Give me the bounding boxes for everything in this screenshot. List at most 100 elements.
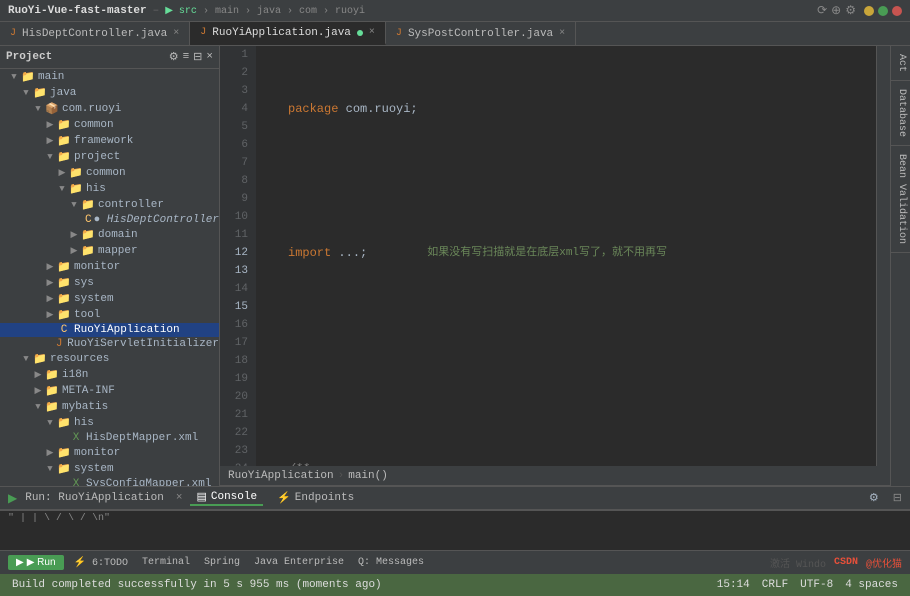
tree-common[interactable]: ▶ 📁 common xyxy=(0,117,219,133)
folder-icon-system: 📁 xyxy=(56,292,72,306)
folder-icon-his2: 📁 xyxy=(56,416,72,430)
maximize-btn[interactable] xyxy=(878,6,888,16)
tree-metainf[interactable]: ▶ 📁 META-INF xyxy=(0,383,219,399)
status-position[interactable]: 15:14 xyxy=(717,579,750,591)
tree-system2[interactable]: ▼ 📁 system xyxy=(0,461,219,477)
tree-java[interactable]: ▼ 📁 java xyxy=(0,85,219,101)
tree-monitor[interactable]: ▶ 📁 monitor xyxy=(0,259,219,275)
tree-ruoyiservlet[interactable]: J RuoYiServletInitializer xyxy=(0,337,219,351)
side-label-act[interactable]: Act xyxy=(891,46,910,81)
tree-sysconfigmapper[interactable]: X SysConfigMapper.xml xyxy=(0,477,219,486)
tree-system[interactable]: ▶ 📁 system xyxy=(0,291,219,307)
tree-his2[interactable]: ▼ 📁 his xyxy=(0,415,219,431)
tree-sys[interactable]: ▶ 📁 sys xyxy=(0,275,219,291)
bottom-toolbar: ▶ ▶ Run ⚡ 6:TODO Terminal Spring Java En… xyxy=(0,550,910,574)
code-lines[interactable]: package com.ruoyi; import ...; 如果没有写扫描就是… xyxy=(256,46,876,466)
folder-icon-his: 📁 xyxy=(68,182,84,196)
tree-i18n[interactable]: ▶ 📁 i18n xyxy=(0,367,219,383)
close-btn[interactable] xyxy=(892,6,902,16)
ln-22: 22 xyxy=(228,424,248,442)
folder-icon-monitor2: 📁 xyxy=(56,446,72,460)
run-settings[interactable]: ⚙ xyxy=(869,491,879,505)
title-bar: RuoYi-Vue-fast-master – ▶ src › main › j… xyxy=(0,0,910,22)
tree-label-metainf: META-INF xyxy=(62,385,115,397)
tree-label-ruoyiservlet: RuoYiServletInitializer xyxy=(67,338,219,350)
tree-arrow-controller: ▼ xyxy=(68,200,80,210)
run-bar: ▶ Run: RuoYiApplication × ▤ Console ⚡ En… xyxy=(0,486,910,510)
side-label-database[interactable]: Database xyxy=(891,81,910,146)
tree-main[interactable]: ▼ 📁 main xyxy=(0,69,219,85)
tree-label-system2: system xyxy=(74,463,114,475)
tree-monitor2[interactable]: ▶ 📁 monitor xyxy=(0,445,219,461)
tab-hisdept[interactable]: J HisDeptController.java × xyxy=(0,22,190,45)
settings-icon[interactable]: ⚙ xyxy=(845,3,856,18)
bottom-spring[interactable]: Spring xyxy=(200,557,244,568)
folder-icon-main: 📁 xyxy=(20,70,36,84)
bottom-todo[interactable]: ⚡ 6:TODO xyxy=(70,557,132,569)
status-indent[interactable]: 4 spaces xyxy=(845,579,898,591)
ln-6: 6 xyxy=(228,136,248,154)
tree-hisdeptmapper[interactable]: X HisDeptMapper.xml xyxy=(0,431,219,445)
search-icon[interactable]: ⊕ xyxy=(831,3,841,18)
tree-label-framework: framework xyxy=(74,135,133,147)
sidebar-collapse[interactable]: ⊟ xyxy=(193,50,202,64)
tree-mybatis[interactable]: ▼ 📁 mybatis xyxy=(0,399,219,415)
status-lineending[interactable]: CRLF xyxy=(762,579,788,591)
run-close[interactable]: × xyxy=(176,492,183,504)
ln-12: 12 xyxy=(228,244,248,262)
run-tab-endpoints[interactable]: ⚡ Endpoints xyxy=(271,491,360,505)
sidebar-gear[interactable]: ⚙ xyxy=(169,50,179,64)
code-container[interactable]: 1 2 3 4 5 6 7 8 9 10 11 12 13 14 15 16 1 xyxy=(220,46,890,466)
run-btn-icon: ▶ xyxy=(16,557,24,568)
tree-hisdeptctrl[interactable]: C ● HisDeptController xyxy=(0,213,219,227)
folder-icon-mapper: 📁 xyxy=(80,244,96,258)
ln-23: 23 xyxy=(228,442,248,460)
run-tab-console[interactable]: ▤ Console xyxy=(190,490,263,506)
tree-proj-common[interactable]: ▶ 📁 common xyxy=(0,165,219,181)
tree-framework[interactable]: ▶ 📁 framework xyxy=(0,133,219,149)
tree-his[interactable]: ▼ 📁 his xyxy=(0,181,219,197)
tree-arrow-framework: ▶ xyxy=(44,136,56,146)
ln-13: 13 xyxy=(228,262,248,280)
tree-arrow-monitor2: ▶ xyxy=(44,448,56,458)
sidebar-close[interactable]: × xyxy=(206,51,213,63)
sidebar-sort[interactable]: ≡ xyxy=(183,51,190,63)
run-btn-label: ▶ Run xyxy=(27,557,56,568)
tree-ruoyiapp[interactable]: C RuoYiApplication xyxy=(0,323,219,337)
ln-15: 15 xyxy=(228,298,248,316)
tree-tool[interactable]: ▶ 📁 tool xyxy=(0,307,219,323)
tab-ruoyi-close[interactable]: × xyxy=(369,27,375,38)
bottom-javaee[interactable]: Java Enterprise xyxy=(250,557,348,568)
code-line-3: import ...; 如果没有写扫描就是在底层xml写了，就不用再写 xyxy=(260,244,872,262)
tab-syspost-icon: J xyxy=(396,28,402,39)
tree-domain[interactable]: ▶ 📁 domain xyxy=(0,227,219,243)
side-label-bean-validation[interactable]: Bean Validation xyxy=(891,146,910,253)
tree-resources[interactable]: ▼ 📁 resources xyxy=(0,351,219,367)
code-line-4 xyxy=(260,316,872,334)
run-expand[interactable]: ⊟ xyxy=(893,491,902,505)
tree-controller[interactable]: ▼ 📁 controller xyxy=(0,197,219,213)
sync-icon[interactable]: ⟳ xyxy=(817,3,827,18)
status-encoding[interactable]: UTF-8 xyxy=(800,579,833,591)
tab-syspost[interactable]: J SysPostController.java × xyxy=(386,22,576,45)
tree-com-ruoyi[interactable]: ▼ 📦 com.ruoyi xyxy=(0,101,219,117)
tree-label-his: his xyxy=(86,183,106,195)
tree-arrow-com: ▼ xyxy=(32,104,44,114)
status-message: Build completed successfully in 5 s 955 … xyxy=(12,579,382,591)
tab-ruoyi[interactable]: J RuoYiApplication.java × xyxy=(190,22,386,45)
tab-hisdept-close[interactable]: × xyxy=(173,28,179,39)
sidebar-title: Project xyxy=(6,51,52,63)
run-button[interactable]: ▶ ▶ Run xyxy=(8,555,64,570)
tree-project[interactable]: ▼ 📁 project xyxy=(0,149,219,165)
tree-mapper[interactable]: ▶ 📁 mapper xyxy=(0,243,219,259)
bottom-terminal[interactable]: Terminal xyxy=(138,557,194,568)
ln-16: 16 xyxy=(228,316,248,334)
minimize-btn[interactable] xyxy=(864,6,874,16)
tab-syspost-close[interactable]: × xyxy=(559,28,565,39)
tree-label-sys: sys xyxy=(74,277,94,289)
folder-icon-mybatis: 📁 xyxy=(44,400,60,414)
tree-arrow-common: ▶ xyxy=(44,120,56,130)
bottom-messages[interactable]: Q: Messages xyxy=(354,557,428,568)
breadcrumb-class: RuoYiApplication xyxy=(228,470,334,482)
tree-arrow-system2: ▼ xyxy=(44,464,56,474)
